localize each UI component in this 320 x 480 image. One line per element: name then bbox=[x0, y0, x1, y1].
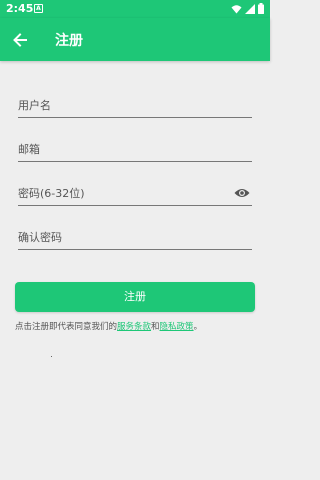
confirm-password-field-container bbox=[18, 227, 252, 250]
password-field[interactable] bbox=[18, 183, 228, 203]
status-bar: 2:45 A bbox=[0, 0, 270, 18]
terms-notice: 点击注册即代表同意我们的服务条款和隐私政策。 bbox=[15, 320, 265, 332]
stray-dot bbox=[51, 356, 52, 357]
arrow-left-icon bbox=[13, 33, 27, 47]
status-time: 2:45 bbox=[6, 2, 34, 15]
privacy-policy-link[interactable]: 隐私政策 bbox=[160, 322, 194, 332]
username-field[interactable] bbox=[18, 95, 228, 115]
notification-icon: A bbox=[34, 4, 43, 13]
eye-icon bbox=[234, 189, 250, 197]
page-title: 注册 bbox=[55, 33, 83, 49]
wifi-icon bbox=[231, 4, 242, 13]
terms-conjunction: 和 bbox=[151, 322, 160, 332]
confirm-password-field[interactable] bbox=[18, 227, 228, 247]
status-icons bbox=[231, 3, 264, 14]
username-field-container bbox=[18, 95, 252, 118]
password-visibility-toggle[interactable] bbox=[234, 185, 250, 199]
terms-suffix: 。 bbox=[193, 322, 203, 332]
back-button[interactable] bbox=[10, 30, 30, 50]
register-button[interactable]: 注册 bbox=[15, 282, 255, 312]
email-field[interactable] bbox=[18, 139, 228, 159]
terms-of-service-link[interactable]: 服务条款 bbox=[117, 322, 151, 332]
app-bar: 注册 bbox=[0, 18, 270, 61]
email-field-container bbox=[18, 139, 252, 162]
signal-icon bbox=[245, 3, 255, 14]
password-field-container bbox=[18, 183, 252, 206]
battery-icon bbox=[258, 3, 264, 14]
terms-prefix: 点击注册即代表同意我们的 bbox=[15, 322, 118, 332]
